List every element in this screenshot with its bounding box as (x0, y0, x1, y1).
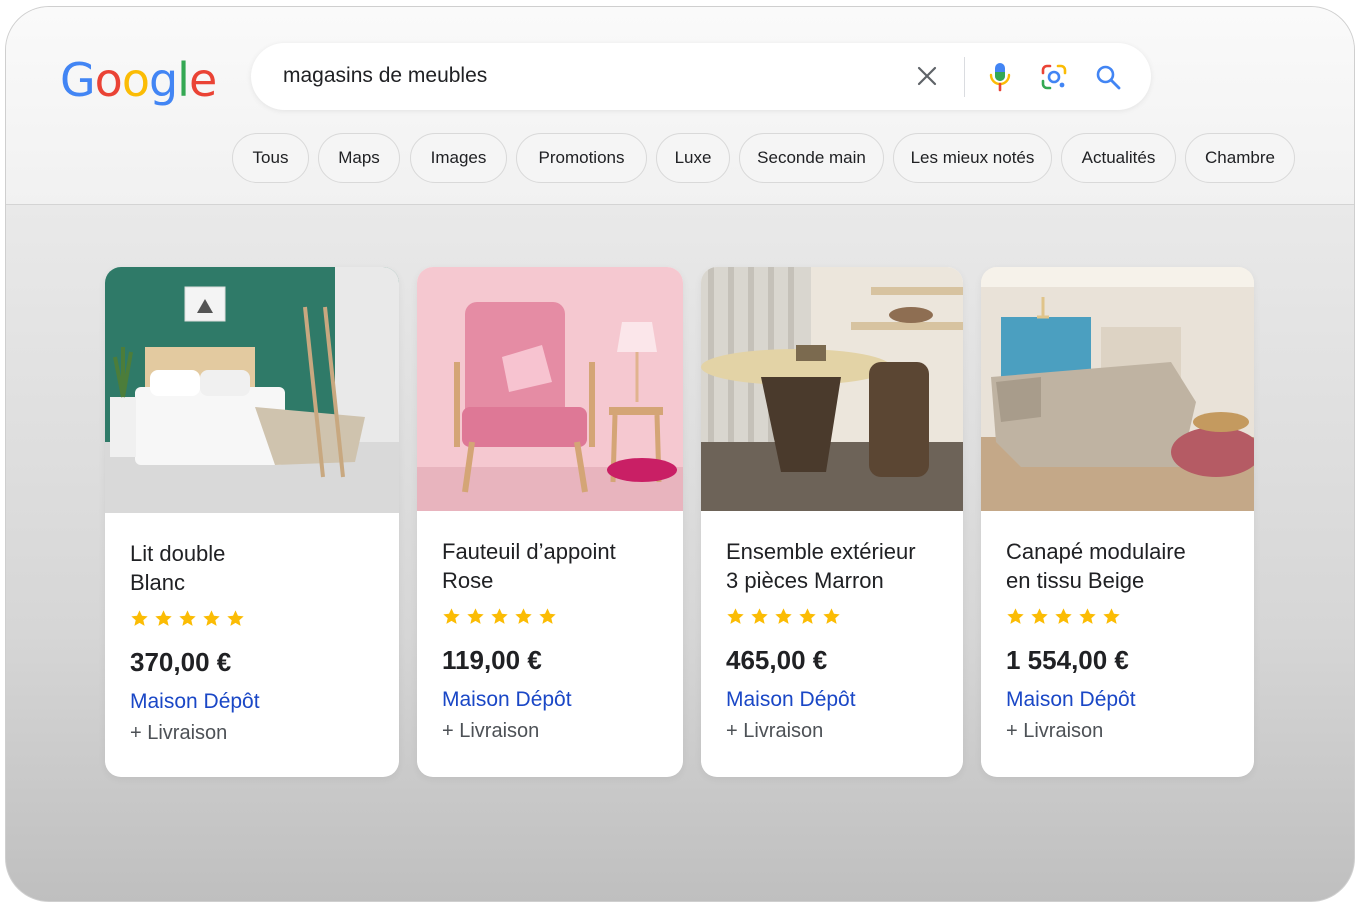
star-icon (823, 608, 840, 624)
rating-stars (1006, 607, 1121, 626)
product-price: 465,00 € (726, 645, 828, 675)
product-card[interactable]: Canapé modulaire en tissu Beige 1 554,00… (981, 267, 1254, 777)
product-title-line: Lit double (130, 541, 226, 566)
star-icon (539, 608, 556, 624)
product-card[interactable]: Fauteuil d’appoint Rose 119,00 € Maison … (417, 267, 683, 777)
close-icon[interactable] (915, 64, 939, 88)
rating-stars (130, 609, 245, 628)
search-input[interactable]: magasins de meubles (283, 64, 487, 88)
google-logo[interactable]: Google (60, 53, 217, 107)
product-price: 370,00 € (130, 647, 232, 677)
rating-stars (726, 607, 841, 626)
seller-link[interactable]: Maison Dépôt (130, 690, 260, 714)
chip-promotions[interactable]: Promotions (516, 133, 647, 183)
product-title-line: Fauteuil d’appoint (442, 539, 616, 564)
product-card[interactable]: Ensemble extérieur 3 pièces Marron 465,0… (701, 267, 963, 777)
chip-les-mieux-notes[interactable]: Les mieux notés (893, 133, 1052, 183)
search-header: Google magasins de meubles Tous Maps Ima… (6, 7, 1354, 205)
product-title-line: en tissu Beige (1006, 568, 1145, 593)
star-icon (1103, 608, 1120, 624)
logo-letter: o (94, 53, 123, 107)
product-image-outdoor-set[interactable] (701, 267, 963, 511)
chip-actualites[interactable]: Actualités (1061, 133, 1176, 183)
star-icon (727, 608, 744, 624)
product-title[interactable]: Canapé modulaire en tissu Beige (1006, 537, 1186, 595)
rating-stars (442, 607, 557, 626)
search-bar[interactable]: magasins de meubles (251, 43, 1151, 110)
star-icon (155, 610, 172, 626)
product-image-armchair[interactable] (417, 267, 683, 511)
chip-images[interactable]: Images (410, 133, 507, 183)
star-icon (1055, 608, 1072, 624)
star-icon (775, 608, 792, 624)
shipping-info: + Livraison (1006, 720, 1104, 742)
chip-tous[interactable]: Tous (232, 133, 309, 183)
shipping-info: + Livraison (442, 720, 540, 742)
product-title-line: Ensemble extérieur (726, 539, 916, 564)
seller-link[interactable]: Maison Dépôt (442, 688, 572, 712)
chip-maps[interactable]: Maps (318, 133, 400, 183)
logo-letter: G (60, 53, 96, 107)
product-title[interactable]: Lit double Blanc (130, 539, 225, 597)
product-title-line: Blanc (130, 570, 186, 595)
product-card[interactable]: Lit double Blanc 370,00 € Maison Dépôt +… (105, 267, 399, 777)
product-price: 119,00 € (442, 645, 542, 675)
star-icon (179, 610, 196, 626)
star-icon (443, 608, 460, 624)
product-price: 1 554,00 € (1006, 645, 1129, 675)
seller-link[interactable]: Maison Dépôt (1006, 688, 1136, 712)
lens-icon[interactable] (1040, 63, 1068, 91)
star-icon (515, 608, 532, 624)
mic-icon[interactable] (988, 61, 1012, 93)
product-title-line: Canapé modulaire (1006, 539, 1186, 564)
star-icon (491, 608, 508, 624)
star-icon (799, 608, 816, 624)
star-icon (751, 608, 768, 624)
shipping-info: + Livraison (726, 720, 824, 742)
chip-luxe[interactable]: Luxe (656, 133, 730, 183)
star-icon (467, 608, 484, 624)
product-title-line: 3 pièces Marron (726, 568, 884, 593)
logo-letter: g (148, 53, 178, 107)
logo-letter: e (188, 53, 217, 107)
search-icon[interactable] (1094, 63, 1122, 91)
star-icon (1031, 608, 1048, 624)
shipping-info: + Livraison (130, 722, 228, 744)
chip-seconde-main[interactable]: Seconde main (739, 133, 884, 183)
star-icon (1079, 608, 1096, 624)
star-icon (203, 610, 220, 626)
browser-frame: Google magasins de meubles Tous Maps Ima… (5, 6, 1355, 902)
chip-chambre[interactable]: Chambre (1185, 133, 1295, 183)
search-divider (964, 57, 965, 97)
logo-letter: l (177, 53, 190, 107)
seller-link[interactable]: Maison Dépôt (726, 688, 856, 712)
star-icon (227, 610, 244, 626)
star-icon (1007, 608, 1024, 624)
product-image-sofa[interactable] (981, 267, 1254, 511)
product-image-bed[interactable] (105, 267, 399, 513)
product-title[interactable]: Ensemble extérieur 3 pièces Marron (726, 537, 916, 595)
product-title[interactable]: Fauteuil d’appoint Rose (442, 537, 616, 595)
star-icon (131, 610, 148, 626)
product-title-line: Rose (442, 568, 494, 593)
logo-letter: o (121, 53, 150, 107)
